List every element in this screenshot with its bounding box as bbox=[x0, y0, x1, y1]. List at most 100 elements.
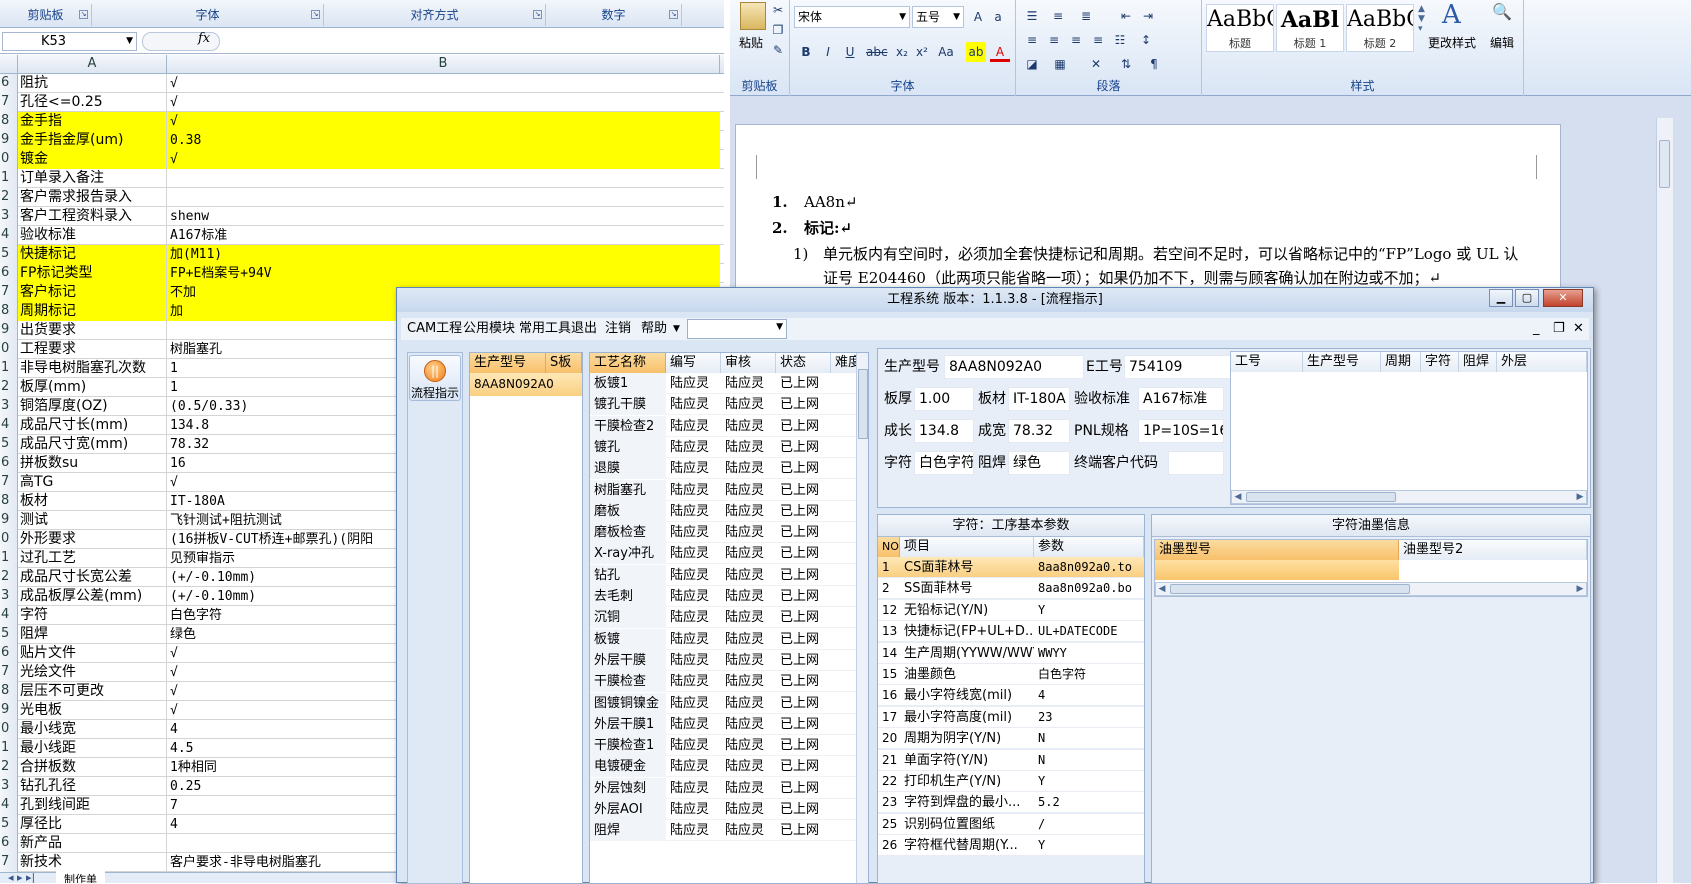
row-number[interactable]: 3 bbox=[0, 587, 18, 606]
change-case-icon[interactable]: Aa bbox=[936, 42, 956, 62]
cell-a[interactable]: 客户需求报告录入 bbox=[18, 188, 167, 207]
char-field[interactable]: 白色字符 bbox=[914, 451, 974, 475]
cell-b[interactable]: √ bbox=[167, 112, 720, 131]
table-row[interactable]: 7 孔径<=0.25 √ bbox=[0, 93, 724, 112]
row-number[interactable]: 0 bbox=[0, 720, 18, 739]
style-heading-1[interactable]: AaBl 标题 1 bbox=[1276, 4, 1344, 52]
table-row[interactable]: 外层AOI 陆应灵 陆应灵 已上网 bbox=[590, 799, 856, 820]
row-number[interactable]: 0 bbox=[0, 530, 18, 549]
ribbon-group-number[interactable]: 数字 ↘ bbox=[546, 4, 682, 26]
table-row[interactable]: 磨板 陆应灵 陆应灵 已上网 bbox=[590, 500, 856, 522]
table-row[interactable]: 外层干膜 陆应灵 陆应灵 已上网 bbox=[590, 649, 856, 671]
ribbon-group-clipboard[interactable]: 剪贴板 ↘ bbox=[0, 4, 92, 26]
chevron-down-icon[interactable]: ▼ bbox=[673, 320, 680, 338]
cell-a[interactable]: 铜箔厚度(OZ) bbox=[18, 397, 167, 416]
style-heading[interactable]: AaBbC 标题 bbox=[1206, 4, 1274, 52]
borders-icon[interactable]: ▦ bbox=[1050, 54, 1070, 74]
mdi-minimize-icon[interactable]: _ bbox=[1533, 320, 1540, 338]
cell-b[interactable]: √ bbox=[167, 74, 720, 93]
cell-a[interactable]: 光绘文件 bbox=[18, 663, 167, 682]
cell-a[interactable]: 孔到线间距 bbox=[18, 796, 167, 815]
row-number[interactable]: 8 bbox=[0, 492, 18, 511]
cell-a[interactable]: 层压不可更改 bbox=[18, 682, 167, 701]
font-color-icon[interactable]: A bbox=[990, 42, 1010, 62]
cell-b[interactable]: √ bbox=[167, 93, 720, 112]
cell-a[interactable]: 非导电树脂塞孔次数 bbox=[18, 359, 167, 378]
cell-a[interactable]: 周期标记 bbox=[18, 302, 167, 321]
row-number[interactable]: 0 bbox=[0, 150, 18, 169]
distribute-icon[interactable]: ☷ bbox=[1110, 30, 1130, 50]
table-row[interactable]: 14 生产周期(YYWW/WWYY) WWYY bbox=[878, 642, 1144, 664]
fx-icon[interactable]: fx bbox=[198, 31, 210, 46]
row-number[interactable]: 6 bbox=[0, 454, 18, 473]
numbering-icon[interactable]: ≡ bbox=[1048, 6, 1068, 26]
cell-a[interactable]: FP标记类型 bbox=[18, 264, 167, 283]
cell-a[interactable]: 成品尺寸宽(mm) bbox=[18, 435, 167, 454]
table-row[interactable]: 26 字符框代替周期(Y... Y bbox=[878, 835, 1144, 857]
grid-header[interactable]: 生产型号 bbox=[470, 353, 546, 373]
scroll-thumb[interactable] bbox=[1170, 584, 1410, 594]
justify-icon[interactable]: ≡ bbox=[1088, 30, 1108, 50]
cell-a[interactable]: 成品板厚公差(mm) bbox=[18, 587, 167, 606]
row-number[interactable]: 2 bbox=[0, 568, 18, 587]
style-heading-2[interactable]: AaBbC 标题 2 bbox=[1346, 4, 1414, 52]
mdi-close-icon[interactable]: ✕ bbox=[1573, 320, 1584, 338]
mask-field[interactable]: 绿色 bbox=[1008, 451, 1070, 475]
table-row[interactable]: 20 周期为阴字(Y/N) N bbox=[878, 728, 1144, 750]
bold-icon[interactable]: B bbox=[796, 42, 816, 62]
table-row[interactable]: 阻焊 陆应灵 陆应灵 已上网 bbox=[590, 820, 856, 842]
sort-icon[interactable]: ⇅ bbox=[1116, 54, 1136, 74]
menu-exit[interactable]: 退出 bbox=[571, 320, 597, 338]
pnl-field[interactable]: 1P=10S=16U bbox=[1138, 419, 1224, 443]
cell-a[interactable]: 最小线距 bbox=[18, 739, 167, 758]
cell-a[interactable]: 合拼板数 bbox=[18, 758, 167, 777]
cell-a[interactable]: 拼板数su bbox=[18, 454, 167, 473]
menu-logout[interactable]: 注销 bbox=[605, 320, 631, 338]
row-number[interactable]: 9 bbox=[0, 321, 18, 340]
underline-icon[interactable]: U bbox=[840, 42, 860, 62]
row-number[interactable]: 7 bbox=[0, 283, 18, 302]
mdi-restore-icon[interactable]: ❐ bbox=[1553, 320, 1565, 338]
doc-line-1[interactable]: 1. AA8n↵ bbox=[772, 193, 857, 211]
row-number[interactable]: 7 bbox=[0, 473, 18, 492]
doc-line-4[interactable]: 证号 E204460（此两项只能省略一项）；如果仍加不下，则需与顾客确认加在附边… bbox=[823, 267, 1441, 288]
increase-indent-icon[interactable]: ⇥ bbox=[1138, 6, 1158, 26]
cell-a[interactable]: 光电板 bbox=[18, 701, 167, 720]
cell-a[interactable]: 过孔工艺 bbox=[18, 549, 167, 568]
grid-header[interactable]: 编写 bbox=[666, 353, 721, 373]
arrow-right-icon[interactable]: ▶ bbox=[1574, 491, 1586, 503]
grid-header[interactable]: 工号 bbox=[1231, 352, 1303, 372]
table-row[interactable]: 1 订单录入备注 bbox=[0, 169, 724, 188]
cell-a[interactable]: 成品尺寸长宽公差 bbox=[18, 568, 167, 587]
row-number[interactable]: 6 bbox=[0, 834, 18, 853]
menu-tools[interactable]: 常用工具 bbox=[519, 320, 571, 338]
cell-a[interactable]: 厚径比 bbox=[18, 815, 167, 834]
grid-header[interactable]: S板 bbox=[546, 353, 582, 373]
maximize-button[interactable]: ▢ bbox=[1515, 289, 1539, 307]
paste-icon[interactable] bbox=[740, 2, 766, 30]
grow-font-icon[interactable]: A bbox=[968, 7, 988, 27]
launcher-icon[interactable]: ↘ bbox=[311, 10, 320, 19]
thickness-field[interactable]: 1.00 bbox=[914, 387, 974, 411]
horizontal-scrollbar[interactable]: ◀ ▶ bbox=[1155, 582, 1587, 596]
launcher-icon[interactable]: ↘ bbox=[533, 10, 542, 19]
table-row[interactable]: 沉铜 陆应灵 陆应灵 已上网 bbox=[590, 607, 856, 629]
table-row[interactable]: 4 验收标准 A167标准 bbox=[0, 226, 724, 245]
table-row[interactable]: 2 客户需求报告录入 bbox=[0, 188, 724, 207]
row-number[interactable]: 8 bbox=[0, 112, 18, 131]
table-row[interactable]: 树脂塞孔 陆应灵 陆应灵 已上网 bbox=[590, 479, 856, 501]
grid-header[interactable]: 工艺名称 bbox=[590, 353, 666, 373]
row-number[interactable]: 9 bbox=[0, 511, 18, 530]
cell-b[interactable]: shenw bbox=[167, 207, 720, 226]
minimize-button[interactable]: ▁ bbox=[1489, 289, 1513, 307]
cell-a[interactable]: 字符 bbox=[18, 606, 167, 625]
table-row[interactable]: 15 油墨颜色 白色字符 bbox=[878, 664, 1144, 685]
close-button[interactable]: ✕ bbox=[1543, 289, 1583, 307]
table-row[interactable] bbox=[1155, 560, 1399, 580]
row-number[interactable]: 3 bbox=[0, 397, 18, 416]
row-number[interactable]: 0 bbox=[0, 340, 18, 359]
chevron-down-icon[interactable]: ▼ bbox=[953, 7, 960, 27]
standard-field[interactable]: A167标准 bbox=[1138, 387, 1224, 411]
row-number[interactable]: 1 bbox=[0, 359, 18, 378]
ribbon-group-font[interactable]: 字体 ↘ bbox=[92, 4, 324, 26]
